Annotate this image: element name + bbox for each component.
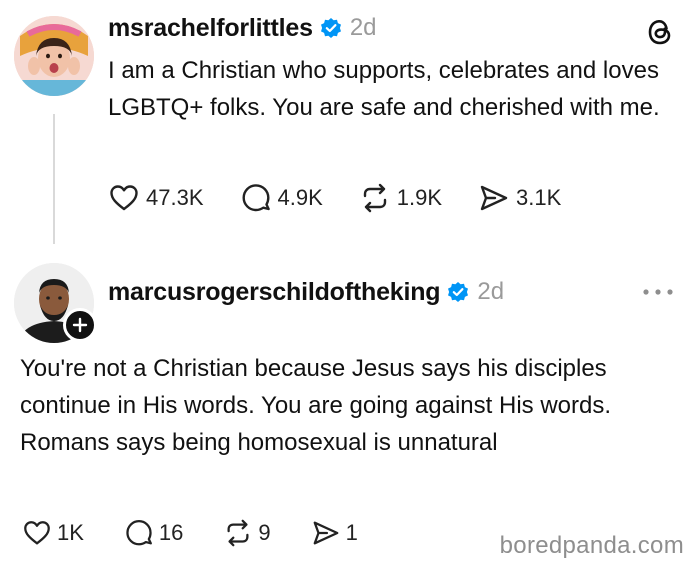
watermark-text: boredpanda.com — [499, 532, 684, 559]
avatar-msrachelforlittles[interactable] — [14, 16, 94, 96]
like-button[interactable]: 47.3K — [108, 182, 204, 214]
thread-connector-line — [53, 114, 55, 244]
plus-icon — [72, 317, 88, 333]
verified-badge-icon — [320, 17, 342, 39]
repost-icon — [227, 519, 249, 547]
share-icon — [480, 185, 508, 211]
reply-actions: 1K 16 9 1 — [22, 518, 398, 548]
verified-badge-icon — [447, 281, 469, 303]
follow-button[interactable] — [63, 308, 97, 342]
avatar-image — [14, 16, 94, 96]
share-count: 1 — [345, 520, 358, 545]
share-button[interactable]: 3.1K — [478, 182, 561, 214]
share-count: 3.1K — [516, 185, 562, 210]
reply-header: marcusrogerschildoftheking 2d — [108, 274, 504, 310]
share-button[interactable]: 1 — [311, 518, 358, 548]
reply-username[interactable]: marcusrogerschildoftheking — [108, 278, 441, 307]
heart-icon — [24, 521, 50, 545]
comment-button[interactable]: 4.9K — [240, 182, 323, 214]
reply-timestamp: 2d — [477, 278, 505, 305]
post-actions: 47.3K 4.9K 1.9K 3.1K — [108, 182, 597, 214]
repost-button[interactable]: 9 — [223, 518, 271, 548]
comment-count: 16 — [158, 520, 184, 545]
post-username[interactable]: msrachelforlittles — [108, 14, 313, 43]
repost-count: 1.9K — [396, 185, 443, 210]
heart-icon — [110, 185, 138, 211]
post-header: msrachelforlittles 2d — [108, 10, 377, 46]
like-count: 47.3K — [146, 185, 204, 210]
threads-logo-icon[interactable] — [644, 16, 676, 48]
like-button[interactable]: 1K — [22, 518, 84, 548]
repost-count: 9 — [258, 520, 271, 545]
comment-icon — [126, 520, 152, 546]
share-icon — [313, 521, 339, 545]
post-body-text: I am a Christian who supports, celebrate… — [108, 57, 660, 121]
post-timestamp: 2d — [349, 14, 377, 41]
comment-icon — [242, 184, 270, 212]
comment-count: 4.9K — [277, 185, 323, 210]
comment-button[interactable]: 16 — [124, 518, 183, 548]
repost-button[interactable]: 1.9K — [359, 182, 442, 214]
reply-body-text: You're not a Christian because Jesus say… — [20, 355, 611, 456]
more-options-icon[interactable] — [638, 285, 678, 299]
repost-icon — [363, 183, 386, 213]
like-count: 1K — [57, 520, 84, 545]
